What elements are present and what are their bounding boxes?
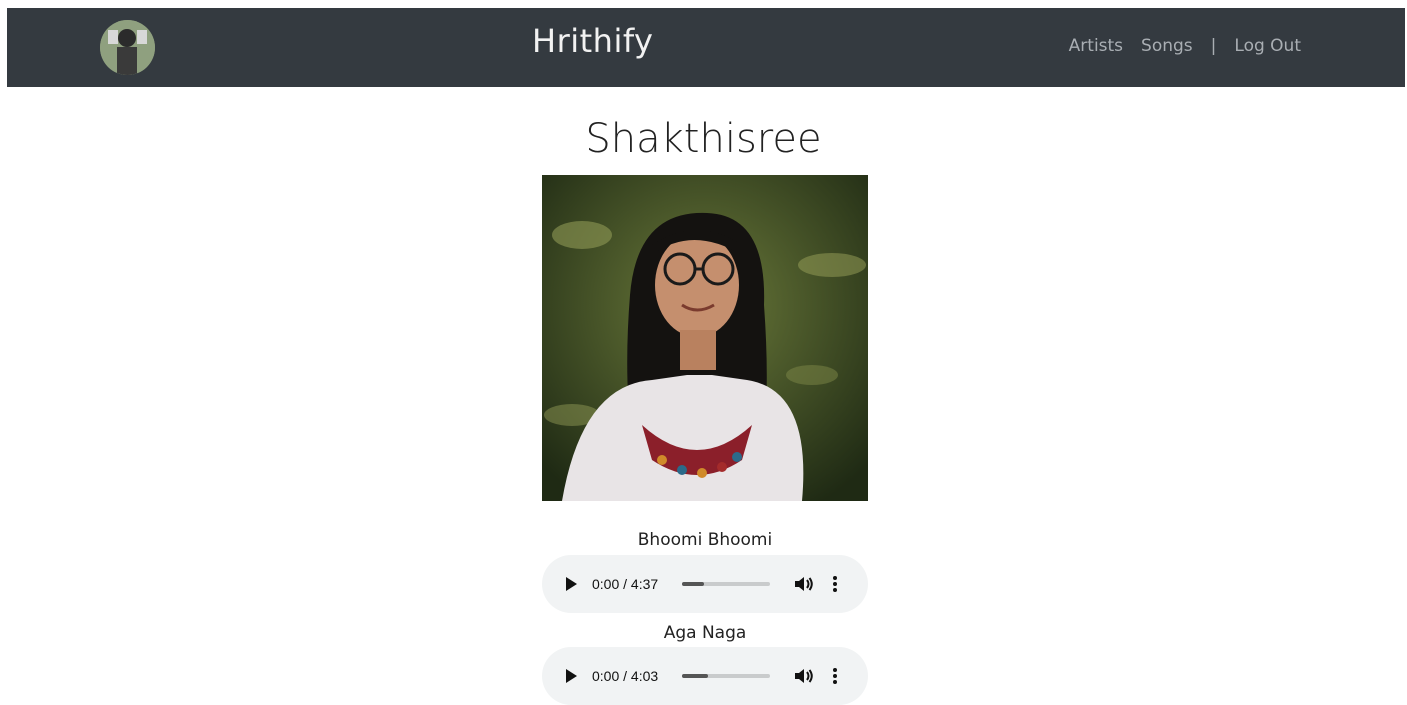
play-icon[interactable] (564, 576, 578, 592)
avatar-photo-icon (100, 20, 155, 75)
nav-songs-link[interactable]: Songs (1141, 36, 1193, 56)
more-options-icon[interactable] (832, 575, 838, 593)
artist-portrait-image (542, 175, 868, 501)
song-title: Aga Naga (663, 623, 747, 643)
audio-player[interactable]: 0:00 / 4:37 (542, 555, 868, 613)
artist-name: Shakthisree (585, 116, 822, 162)
audio-player[interactable]: 0:00 / 4:03 (542, 647, 868, 705)
progress-slider[interactable] (682, 674, 770, 678)
playback-time: 0:00 / 4:03 (592, 668, 659, 684)
playback-time: 0:00 / 4:37 (592, 576, 659, 592)
progress-slider[interactable] (682, 582, 770, 586)
nav-logout-link[interactable]: Log Out (1234, 36, 1301, 56)
volume-icon[interactable] (794, 667, 814, 685)
volume-icon[interactable] (794, 575, 814, 593)
brand-title[interactable]: Hrithify (532, 22, 653, 60)
profile-avatar[interactable] (100, 20, 155, 75)
song-title: Bhoomi Bhoomi (637, 530, 773, 550)
artist-photo (542, 175, 868, 501)
play-icon[interactable] (564, 668, 578, 684)
nav-artists-link[interactable]: Artists (1069, 36, 1123, 56)
nav-separator: | (1210, 36, 1217, 56)
more-options-icon[interactable] (832, 667, 838, 685)
navbar: Hrithify Artists Songs | Log Out (7, 8, 1405, 87)
top-nav: Artists Songs | Log Out (1069, 36, 1301, 56)
